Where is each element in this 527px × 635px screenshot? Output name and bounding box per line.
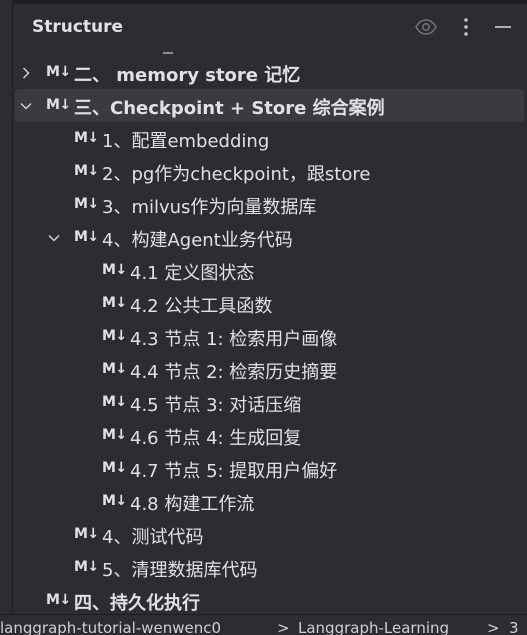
markdown-heading-icon: M↓ (102, 328, 127, 344)
tree-item[interactable]: M↓ 1、配置embedding (13, 122, 527, 155)
breadcrumb-item-file[interactable]: 3 (509, 619, 519, 635)
tree-item[interactable]: M↓ 4.2 公共工具函数 (13, 287, 527, 320)
breadcrumb-separator: > (277, 619, 290, 635)
breadcrumb: langgraph-tutorial-wenwenc0 > Langgraph-… (0, 614, 527, 635)
markdown-heading-icon: M↓ (102, 493, 127, 509)
more-vertical-icon[interactable] (454, 15, 478, 39)
tree-item[interactable]: M↓ 3、milvus作为向量数据库 (13, 188, 527, 221)
breadcrumb-item-folder[interactable]: Langgraph-Learning (298, 619, 449, 635)
tree-item[interactable]: M↓ 4.3 节点 1: 检索用户画像 (13, 320, 527, 353)
tree-item[interactable]: M↓ 4、测试代码 (13, 518, 527, 551)
markdown-heading-icon: M↓ (74, 163, 99, 179)
panel-header: Structure (13, 4, 527, 48)
left-edge-strip (0, 0, 13, 634)
tree-item[interactable]: M↓ 4.4 节点 2: 检索历史摘要 (13, 353, 527, 386)
header-icons (13, 4, 527, 48)
tree-item-label: 2、pg作为checkpoint，跟store (102, 164, 371, 185)
minimize-icon[interactable] (491, 15, 515, 39)
tree-item-label: 5、清理数据库代码 (102, 560, 258, 581)
tree-item[interactable]: M↓ 5、清理数据库代码 (13, 551, 527, 584)
breadcrumb-separator: > (487, 619, 500, 635)
markdown-heading-icon: M↓ (102, 427, 127, 443)
tree-item-label: 4.1 定义图状态 (130, 263, 255, 284)
tree-item[interactable]: M↓ 四、持久化执行 (13, 584, 527, 614)
tree-item-label: 4、构建Agent业务代码 (102, 230, 293, 251)
tree-item-label: 三、Checkpoint + Store 综合案例 (74, 98, 385, 119)
structure-panel: Structure M↓ 二、 memory store 记忆 M↓ 三、Checkp… (13, 4, 527, 614)
tree-item-label: 二、 memory store 记忆 (74, 65, 301, 86)
tree-item-label: 4.2 公共工具函数 (130, 296, 273, 317)
tree-item-label: 4.5 节点 3: 对话压缩 (130, 395, 302, 416)
tree-item-label: 4、测试代码 (102, 527, 204, 548)
tree-item-label: 4.6 节点 4: 生成回复 (130, 428, 302, 449)
markdown-heading-icon: M↓ (46, 592, 71, 608)
chevron-down-icon[interactable] (47, 230, 61, 244)
tree-item-label: 4.4 节点 2: 检索历史摘要 (130, 362, 338, 383)
tree-item-label: 4.3 节点 1: 检索用户画像 (130, 329, 338, 350)
tree-item[interactable]: M↓ 4.8 构建工作流 (13, 485, 527, 518)
markdown-heading-icon: M↓ (74, 196, 99, 212)
tree-item[interactable]: M↓ 2、pg作为checkpoint，跟store (13, 155, 527, 188)
tree-item-label: 1、配置embedding (102, 131, 270, 152)
breadcrumb-item-project[interactable]: langgraph-tutorial-wenwenc0 (0, 619, 221, 635)
tree-item-label: 四、持久化执行 (74, 593, 200, 614)
tree-item-label: 4.8 构建工作流 (130, 494, 255, 515)
markdown-heading-icon: M↓ (102, 295, 127, 311)
tree-item[interactable]: M↓ 4.5 节点 3: 对话压缩 (13, 386, 527, 419)
tree-item[interactable]: M↓ 4.7 节点 5: 提取用户偏好 (13, 452, 527, 485)
tree-item[interactable]: M↓ 三、Checkpoint + Store 综合案例 (15, 89, 524, 122)
tree-item[interactable]: M↓ 4.1 定义图状态 (13, 254, 527, 287)
tree-item-label: 3、milvus作为向量数据库 (102, 197, 317, 218)
markdown-heading-icon: M↓ (46, 64, 71, 80)
markdown-heading-icon: M↓ (102, 262, 127, 278)
tree-item-label: 4.7 节点 5: 提取用户偏好 (130, 461, 338, 482)
markdown-heading-icon: M↓ (46, 97, 71, 113)
eye-icon[interactable] (414, 15, 438, 39)
tree-item[interactable]: M↓ 4、构建Agent业务代码 (13, 221, 527, 254)
markdown-heading-icon: M↓ (74, 130, 99, 146)
markdown-heading-icon: M↓ (102, 361, 127, 377)
markdown-heading-icon: M↓ (74, 559, 99, 575)
markdown-heading-icon: M↓ (102, 460, 127, 476)
markdown-heading-icon: M↓ (74, 229, 99, 245)
chevron-down-icon[interactable] (19, 98, 33, 112)
scrolled-row-remnant (13, 48, 527, 54)
markdown-heading-icon: M↓ (102, 394, 127, 410)
chevron-right-icon[interactable] (19, 65, 33, 79)
tree-item[interactable]: M↓ 二、 memory store 记忆 (13, 56, 527, 89)
markdown-heading-icon: M↓ (74, 526, 99, 542)
tree-item[interactable]: M↓ 4.6 节点 4: 生成回复 (13, 419, 527, 452)
